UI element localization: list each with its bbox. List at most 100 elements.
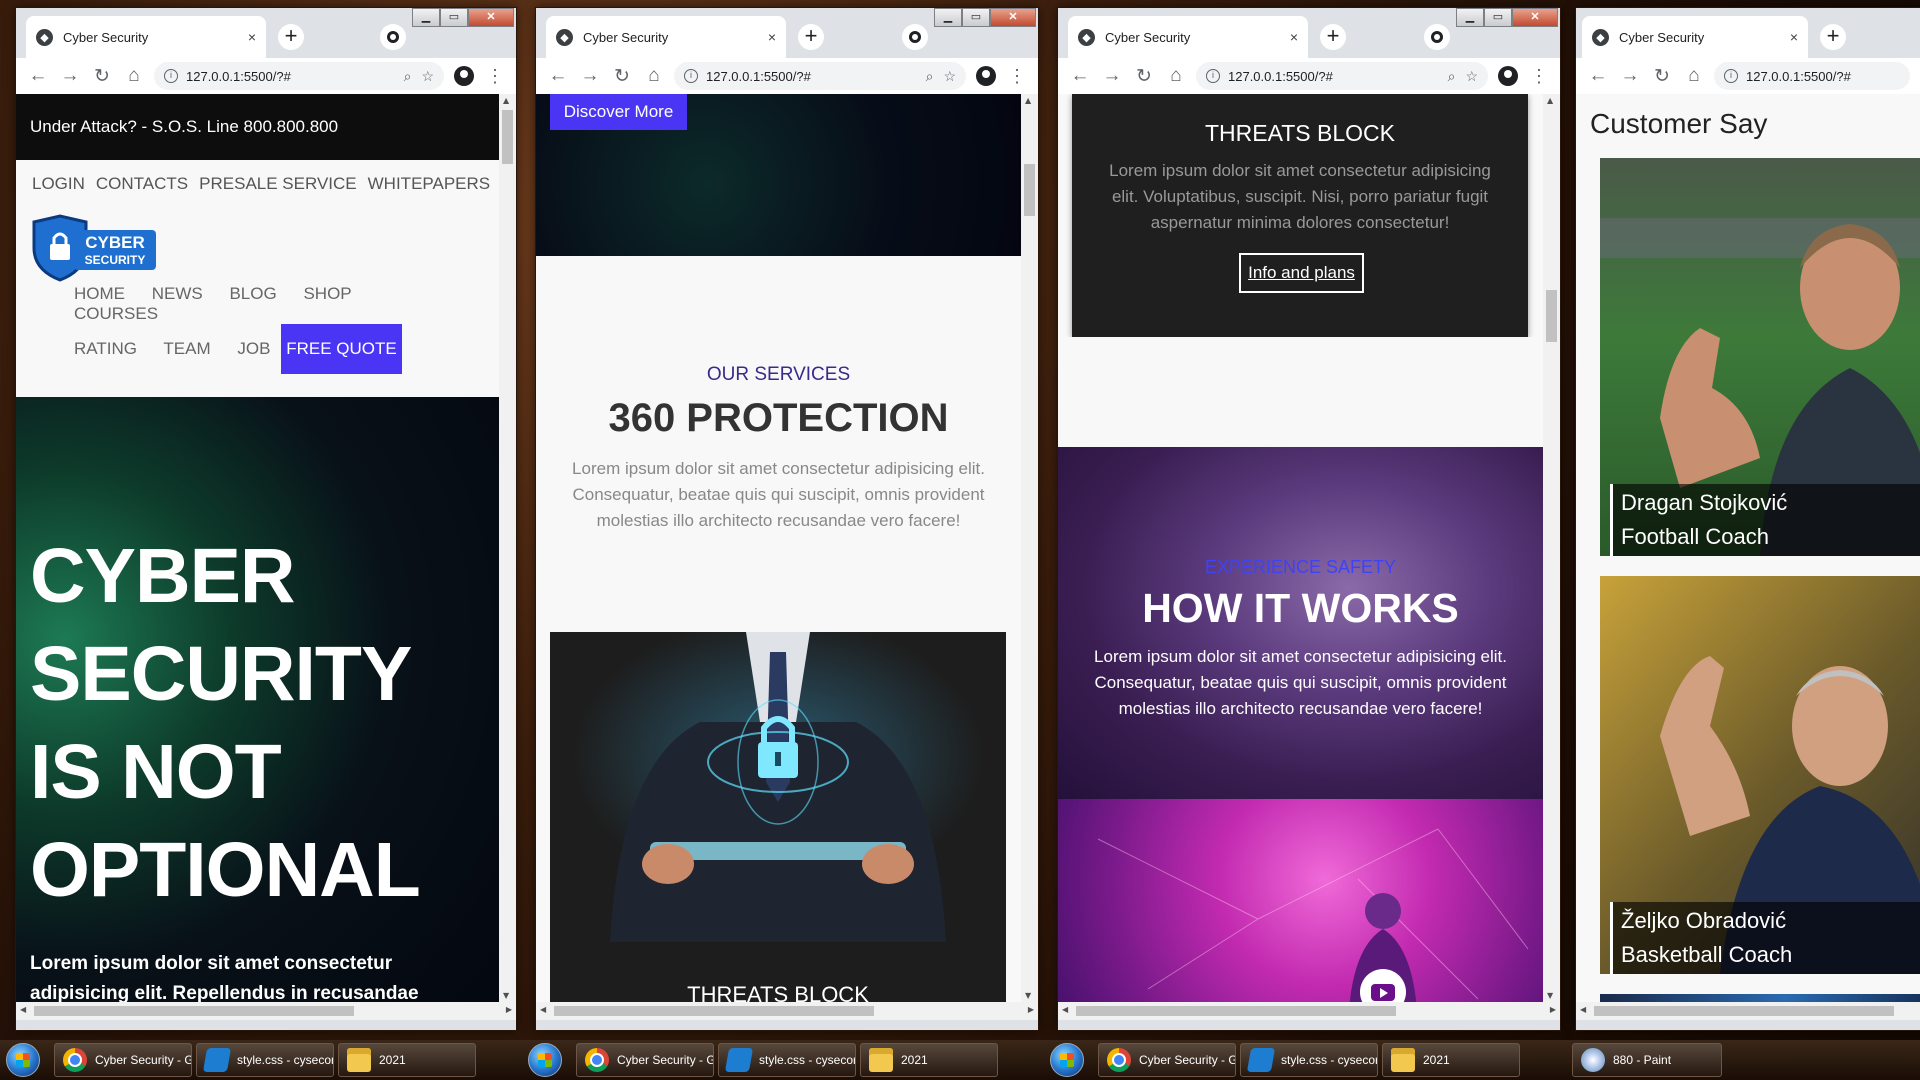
taskbar-folder[interactable]: 2021 — [338, 1043, 476, 1077]
home-icon[interactable]: ⌂ — [1160, 60, 1192, 92]
address-bar[interactable]: i 127.0.0.1:5500/?# ⌕ ☆ — [154, 62, 444, 90]
vertical-scrollbar[interactable]: ▲ ▼ — [1543, 94, 1560, 1002]
minimize-button[interactable]: ▁ — [412, 8, 440, 27]
tab-close-icon[interactable]: × — [768, 29, 776, 45]
scroll-right-icon[interactable]: ▶ — [1028, 1005, 1034, 1014]
tab-search-icon[interactable] — [380, 24, 406, 50]
menu-login-link[interactable]: LOGIN — [32, 174, 85, 194]
address-bar[interactable]: i 127.0.0.1:5500/?# ⌕ ☆ — [1196, 62, 1488, 90]
tab-search-icon[interactable] — [902, 24, 928, 50]
scroll-left-icon[interactable]: ◀ — [1062, 1005, 1068, 1014]
taskbar-paint[interactable]: 880 - Paint — [1572, 1043, 1722, 1077]
minimize-button[interactable]: ▁ — [934, 8, 962, 27]
browser-tab[interactable]: ◆ Cyber Security × — [1582, 16, 1808, 58]
scroll-up-icon[interactable]: ▲ — [1025, 96, 1031, 105]
back-icon[interactable]: ← — [542, 60, 574, 92]
reload-icon[interactable]: ↻ — [606, 60, 638, 92]
horizontal-scrollbar[interactable]: ◀ — [1576, 1002, 1920, 1020]
site-info-icon[interactable]: i — [1206, 69, 1220, 83]
nav-blog-link[interactable]: BLOG — [229, 284, 276, 303]
nav-team-link[interactable]: TEAM — [163, 339, 210, 358]
menu-contacts-link[interactable]: CONTACTS — [96, 174, 188, 194]
new-tab-button[interactable]: + — [1320, 24, 1346, 50]
scroll-thumb-h[interactable] — [34, 1006, 354, 1016]
zoom-icon[interactable]: ⌕ — [926, 68, 934, 85]
scroll-right-icon[interactable]: ▶ — [1550, 1005, 1556, 1014]
forward-icon[interactable]: → — [1614, 60, 1646, 92]
menu-kebab-icon[interactable]: ⋮ — [1524, 66, 1554, 87]
scroll-left-icon[interactable]: ◀ — [1580, 1005, 1586, 1014]
scroll-up-icon[interactable]: ▲ — [503, 96, 509, 105]
forward-icon[interactable]: → — [54, 60, 86, 92]
tab-close-icon[interactable]: × — [248, 29, 256, 45]
bookmark-star-icon[interactable]: ☆ — [421, 68, 434, 85]
scroll-down-icon[interactable]: ▼ — [1547, 991, 1553, 1000]
nav-rating-link[interactable]: RATING — [74, 339, 137, 358]
taskbar-vscode[interactable]: style.css - cysecor... — [1240, 1043, 1378, 1077]
nav-shop-link[interactable]: SHOP — [303, 284, 351, 303]
vertical-scrollbar[interactable]: ▲ ▼ — [499, 94, 516, 1002]
bookmark-star-icon[interactable]: ☆ — [943, 68, 956, 85]
taskbar-folder[interactable]: 2021 — [860, 1043, 998, 1077]
scroll-left-icon[interactable]: ◀ — [20, 1005, 26, 1014]
scroll-thumb-h[interactable] — [1594, 1006, 1894, 1016]
site-info-icon[interactable]: i — [684, 69, 698, 83]
tab-close-icon[interactable]: × — [1790, 29, 1798, 45]
new-tab-button[interactable]: + — [278, 24, 304, 50]
new-tab-button[interactable]: + — [798, 24, 824, 50]
address-bar[interactable]: i 127.0.0.1:5500/?# — [1714, 62, 1910, 90]
menu-kebab-icon[interactable]: ⋮ — [480, 66, 510, 87]
home-icon[interactable]: ⌂ — [638, 60, 670, 92]
taskbar-vscode[interactable]: style.css - cysecor... — [196, 1043, 334, 1077]
zoom-icon[interactable]: ⌕ — [1448, 68, 1456, 85]
scroll-right-icon[interactable]: ▶ — [506, 1005, 512, 1014]
nav-news-link[interactable]: NEWS — [152, 284, 203, 303]
menu-whitepapers-link[interactable]: WHITEPAPERS — [368, 174, 490, 194]
back-icon[interactable]: ← — [1064, 60, 1096, 92]
zoom-icon[interactable]: ⌕ — [404, 68, 412, 85]
maximize-button[interactable]: ▭ — [1484, 8, 1512, 27]
scroll-up-icon[interactable]: ▲ — [1547, 96, 1553, 105]
menu-kebab-icon[interactable]: ⋮ — [1002, 66, 1032, 87]
profile-icon[interactable] — [1498, 66, 1518, 86]
tab-search-icon[interactable] — [1424, 24, 1450, 50]
browser-tab[interactable]: ◆ Cyber Security × — [1068, 16, 1308, 58]
reload-icon[interactable]: ↻ — [86, 60, 118, 92]
maximize-button[interactable]: ▭ — [440, 8, 468, 27]
close-button[interactable]: ✕ — [1512, 8, 1558, 27]
site-info-icon[interactable]: i — [1724, 69, 1738, 83]
profile-icon[interactable] — [976, 66, 996, 86]
scroll-thumb[interactable] — [502, 110, 513, 164]
taskbar-chrome[interactable]: Cyber Security - G... — [54, 1043, 192, 1077]
close-button[interactable]: ✕ — [468, 8, 514, 27]
close-button[interactable]: ✕ — [990, 8, 1036, 27]
minimize-button[interactable]: ▁ — [1456, 8, 1484, 27]
start-button-icon[interactable] — [6, 1043, 40, 1077]
taskbar-chrome[interactable]: Cyber Security - G... — [576, 1043, 714, 1077]
start-button-icon[interactable] — [528, 1043, 562, 1077]
tab-close-icon[interactable]: × — [1290, 29, 1298, 45]
browser-tab[interactable]: ◆ Cyber Security × — [546, 16, 786, 58]
profile-icon[interactable] — [454, 66, 474, 86]
nav-home-link[interactable]: HOME — [74, 284, 125, 303]
new-tab-button[interactable]: + — [1820, 24, 1846, 50]
nav-job-link[interactable]: JOB — [237, 339, 270, 358]
scroll-down-icon[interactable]: ▼ — [503, 991, 509, 1000]
taskbar-chrome[interactable]: Cyber Security - G... — [1098, 1043, 1236, 1077]
horizontal-scrollbar[interactable]: ◀ ▶ — [1058, 1002, 1560, 1020]
scroll-thumb-h[interactable] — [1076, 1006, 1396, 1016]
maximize-button[interactable]: ▭ — [962, 8, 990, 27]
menu-presale-link[interactable]: PRESALE SERVICE — [199, 174, 356, 194]
home-icon[interactable]: ⌂ — [1678, 60, 1710, 92]
scroll-thumb-h[interactable] — [554, 1006, 874, 1016]
site-info-icon[interactable]: i — [164, 69, 178, 83]
horizontal-scrollbar[interactable]: ◀ ▶ — [536, 1002, 1038, 1020]
horizontal-scrollbar[interactable]: ◀ ▶ — [16, 1002, 516, 1020]
discover-more-button[interactable]: Discover More — [550, 94, 687, 130]
back-icon[interactable]: ← — [22, 60, 54, 92]
forward-icon[interactable]: → — [574, 60, 606, 92]
free-quote-button[interactable]: FREE QUOTE — [281, 324, 402, 374]
back-icon[interactable]: ← — [1582, 60, 1614, 92]
scroll-thumb[interactable] — [1024, 164, 1035, 216]
vertical-scrollbar[interactable]: ▲ ▼ — [1021, 94, 1038, 1002]
